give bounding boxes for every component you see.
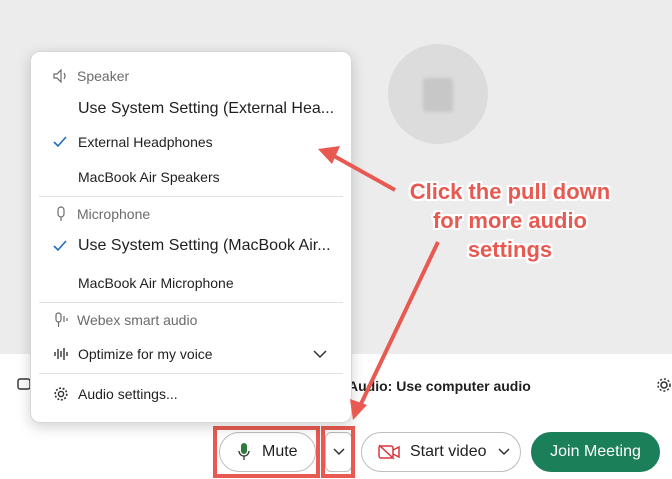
annotation-arrow [333,154,396,192]
annotation-arrows [318,146,440,420]
arrow-head [350,399,367,420]
annotation-arrow [358,241,440,407]
arrow-head [318,146,340,164]
